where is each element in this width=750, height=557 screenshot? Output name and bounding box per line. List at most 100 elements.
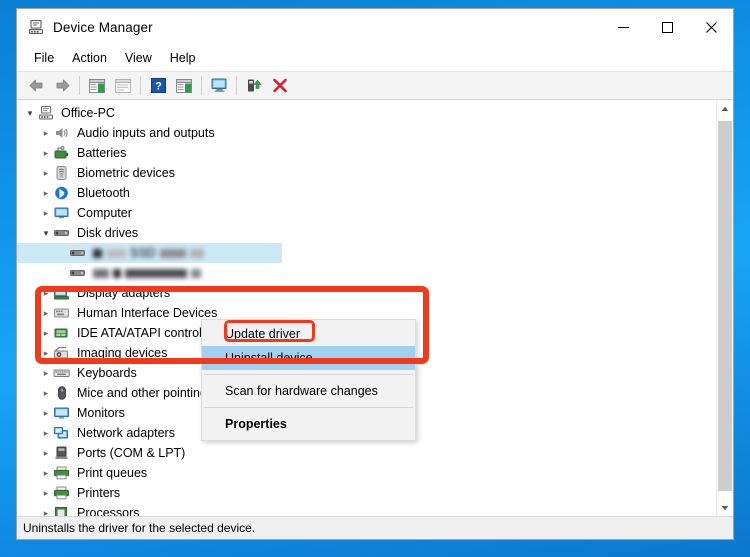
menu-file[interactable]: File [25,48,63,68]
battery-icon [53,145,71,161]
context-menu: Update driver Uninstall device Scan for … [201,319,416,441]
bluetooth-icon [53,185,71,201]
scrollbar-track[interactable] [717,117,733,499]
device-manager-icon [27,18,45,36]
chevron-right-icon[interactable]: ▸ [39,348,53,358]
tree-item-label: Bluetooth [77,185,130,200]
ctx-update-driver[interactable]: Update driver [202,322,415,346]
svg-text:?: ? [155,81,162,93]
tree-item-ssd-device[interactable]: SSD [17,243,282,263]
toolbar: ? [17,71,733,100]
chevron-right-icon[interactable]: ▸ [39,508,53,516]
ctx-scan-hardware[interactable]: Scan for hardware changes [202,379,415,403]
monitor-icon [53,205,71,221]
tree-item-processors[interactable]: ▸ Processors [17,503,716,516]
computer-icon [37,105,55,121]
monitor-icon [53,405,71,421]
device-tree[interactable]: ▾ Office-PC ▸ Audio inputs and outputs ▸… [17,100,716,516]
chevron-right-icon[interactable]: ▸ [39,428,53,438]
menu-help[interactable]: Help [161,48,205,68]
chevron-right-icon[interactable]: ▸ [39,128,53,138]
scan-hardware-changes-icon[interactable] [206,74,232,97]
redacted-device-name [93,268,205,278]
tree-item-display-adapters[interactable]: ▸ Display adapters [17,283,716,303]
menu-action[interactable]: Action [63,48,116,68]
tree-item-label: Network adapters [77,425,175,440]
tree-item-bluetooth[interactable]: ▸ Bluetooth [17,183,716,203]
scroll-up-arrow-icon[interactable] [717,100,733,117]
title-bar: Device Manager [17,9,733,45]
redacted-device-name: SSD [93,247,204,260]
tree-item-biometric-devices[interactable]: ▸ Biometric devices [17,163,716,183]
tree-item-label: Print queues [77,465,148,480]
tree-item-disk-drives[interactable]: ▾ Disk drives [17,223,716,243]
minimize-button[interactable] [601,9,645,45]
mouse-icon [53,385,71,401]
context-menu-separator-2 [204,407,413,408]
chevron-right-icon[interactable]: ▸ [39,368,53,378]
uninstall-device-icon[interactable] [267,74,293,97]
chevron-right-icon[interactable]: ▸ [39,388,53,398]
scroll-down-arrow-icon[interactable] [717,499,733,516]
tree-item-office-pc[interactable]: ▾ Office-PC [17,103,716,123]
ctx-item-label: Uninstall device [225,351,313,365]
help-icon[interactable]: ? [145,74,171,97]
port-icon [53,445,71,461]
menu-bar: File Action View Help [17,45,733,71]
ctx-properties[interactable]: Properties [202,412,415,436]
display-adapter-icon [53,285,71,301]
tree-item-computer[interactable]: ▸ Computer [17,203,716,223]
close-button[interactable] [689,9,733,45]
speaker-icon [53,125,71,141]
menu-view[interactable]: View [116,48,161,68]
scrollbar-thumb[interactable] [718,121,732,491]
chevron-right-icon[interactable]: ▸ [39,308,53,318]
maximize-button[interactable] [645,9,689,45]
tree-item-label: SSD [130,245,156,260]
forward-arrow-icon[interactable] [49,74,75,97]
chevron-down-icon[interactable]: ▾ [23,108,37,118]
toolbar-separator-2 [140,76,141,95]
tree-item-label: Audio inputs and outputs [77,125,215,140]
tree-item-print-queues[interactable]: ▸ Print queues [17,463,716,483]
toolbar-separator-3 [201,76,202,95]
properties-icon[interactable] [110,74,136,97]
tree-item-ports-com-and-lpt[interactable]: ▸ Ports (COM & LPT) [17,443,716,463]
chevron-right-icon[interactable]: ▸ [39,448,53,458]
chevron-right-icon[interactable]: ▸ [39,148,53,158]
window-controls [601,9,733,45]
tree-item-batteries[interactable]: ▸ Batteries [17,143,716,163]
chevron-right-icon[interactable]: ▸ [39,208,53,218]
chevron-down-icon[interactable]: ▾ [39,228,53,238]
chevron-right-icon[interactable]: ▸ [39,168,53,178]
window-title: Device Manager [53,19,153,35]
tree-item-label: Monitors [77,405,125,420]
chevron-right-icon[interactable]: ▸ [39,408,53,418]
ctx-item-label: Update driver [225,327,301,341]
chevron-right-icon[interactable]: ▸ [39,288,53,298]
disk-drive-icon [69,265,87,281]
ctx-uninstall-device[interactable]: Uninstall device [202,346,415,370]
tree-item-label: Ports (COM & LPT) [77,445,186,460]
tree-item-label: Processors [77,505,140,516]
chevron-right-icon[interactable]: ▸ [39,488,53,498]
context-menu-separator-1 [204,374,413,375]
vertical-scrollbar[interactable] [716,100,733,516]
show-hide-console-tree-icon[interactable] [84,74,110,97]
back-arrow-icon[interactable] [23,74,49,97]
ctx-item-label: Scan for hardware changes [225,384,378,398]
printer-icon [53,485,71,501]
chevron-right-icon[interactable]: ▸ [39,328,53,338]
tree-item-printers[interactable]: ▸ Printers [17,483,716,503]
show-hide-action-pane-icon[interactable] [171,74,197,97]
tree-item-disk-device-2[interactable] [17,263,716,283]
tree-item-label: Human Interface Devices [77,305,218,320]
tree-item-audio-inputs-and-outputs[interactable]: ▸ Audio inputs and outputs [17,123,716,143]
chevron-right-icon[interactable]: ▸ [39,188,53,198]
device-manager-window: Device Manager File Action View Help ? ▾… [16,8,734,540]
tree-item-label: Biometric devices [77,165,175,180]
chevron-right-icon[interactable]: ▸ [39,468,53,478]
update-driver-icon[interactable] [241,74,267,97]
toolbar-separator-1 [79,76,80,95]
fingerprint-icon [53,165,71,181]
